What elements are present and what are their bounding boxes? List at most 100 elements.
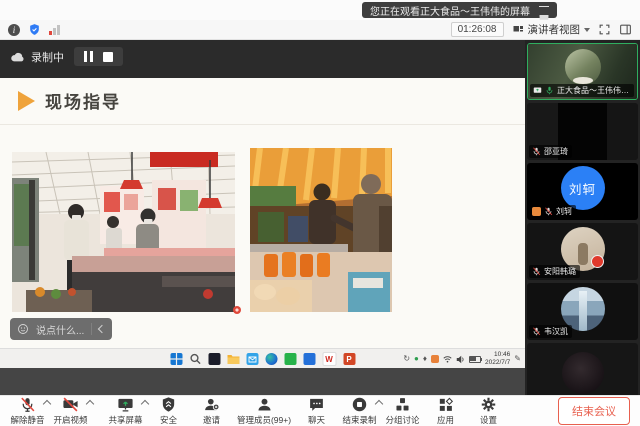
wps-icon[interactable]: W [322,352,336,366]
participant-avatar-photo [562,352,604,394]
start-video-button[interactable]: 开启视频 [49,396,92,426]
wifi-icon[interactable] [443,355,452,363]
participant-tile-presenter[interactable]: 正大食品～王伟伟的... [527,43,638,100]
participant-name: 正大食品～王伟伟的... [557,85,630,96]
invite-person-icon [203,396,220,413]
breakout-rooms-button[interactable]: 分组讨论 [381,396,424,426]
view-mode-switcher[interactable]: 演讲者视图 [512,22,591,37]
participant-tile[interactable]: 韦汉凯 [527,283,638,340]
participant-tile[interactable]: 刘轲 刘轲 [527,163,638,220]
taskbar-app-icons: W P [170,349,355,369]
participant-tile[interactable]: 安阳韩璐 [527,223,638,280]
recording-controls [74,47,123,66]
chat-quick-bar[interactable]: 说点什么... [10,318,112,340]
taskbar-date: 2022/7/7 [485,359,510,367]
unmute-button[interactable]: 解除静音 [6,396,49,426]
slide-title-row: 现场指导 [18,88,121,113]
presentation-slide: 现场指导 [0,78,525,348]
photo-meat-shop [12,152,235,312]
shield-icon[interactable] [28,23,41,36]
unmute-label: 解除静音 [10,414,44,426]
apps-grid-icon [437,396,454,413]
chat-bubble-icon [308,396,325,413]
network-signal-icon [49,25,60,35]
orange-triangle-bullet-icon [18,91,35,111]
meeting-titlebar: i 01:26:08 演讲者视图 [0,20,640,40]
panel-toggle-icon[interactable] [619,23,632,36]
apps-label: 应用 [437,414,454,426]
participant-name: 韦汉凯 [544,326,568,337]
invite-button[interactable]: 邀请 [190,396,233,426]
fullscreen-icon[interactable] [598,23,611,36]
stop-recording-icon[interactable] [103,52,113,62]
taskbar-clock[interactable]: 10:46 2022/7/7 [485,351,510,367]
participant-tile[interactable]: 邵亚琦 [527,103,638,160]
screen-sharing-icon [533,86,542,95]
windows-start-icon[interactable] [170,353,182,365]
share-letterbox [0,368,525,395]
avatar-red-badge [591,255,604,268]
recording-label: 录制中 [31,49,64,65]
chat-button[interactable]: 聊天 [295,396,338,426]
mic-muted-icon [532,147,541,156]
pause-recording-icon[interactable] [84,51,93,62]
taskbar-system-tray: ↻ ● ♦ 10:46 2022/7/7 ✎ [403,349,521,369]
photo-market-stall [250,148,392,312]
security-label: 安全 [160,414,177,426]
chevron-up-icon[interactable] [86,400,94,408]
wechat-icon[interactable] [284,353,296,365]
sync-tray-icon[interactable]: ↻ [403,355,410,363]
security-button[interactable]: 安全 [147,396,190,426]
chat-input-placeholder[interactable]: 说点什么... [36,322,84,337]
chat-divider [91,323,92,335]
stage: 录制中 现场指导 [0,40,640,395]
notifications-pen-icon[interactable]: ✎ [514,355,521,363]
avatar-figure [578,243,588,265]
settings-button[interactable]: 设置 [467,396,510,426]
mic-tray-icon[interactable]: ♦ [423,355,427,363]
meeting-info-icon[interactable]: i [8,24,20,36]
participants-sidebar: 正大食品～王伟伟的... 邵亚琦 刘轲 [525,40,640,395]
share-screen-button[interactable]: 共享屏幕 [104,396,147,426]
green-tray-icon[interactable]: ● [414,355,419,363]
start-video-label: 开启视频 [53,414,87,426]
shared-screen: 录制中 现场指导 [0,40,525,395]
breakout-blocks-icon [394,396,411,413]
participant-name: 邵亚琦 [544,146,568,157]
banner-menu-icon[interactable] [539,6,549,15]
manage-members-button[interactable]: 管理成员(99+) [233,396,295,426]
search-icon[interactable] [189,353,201,365]
mic-muted-icon [532,327,541,336]
taskbar-time: 10:46 [494,351,510,359]
chat-label: 聊天 [308,414,325,426]
collapse-chat-icon[interactable] [98,325,106,333]
blue-app-icon[interactable] [303,353,315,365]
stop-recording-label: 结束录制 [342,414,376,426]
mail-icon[interactable] [246,353,258,365]
powerpoint-icon[interactable]: P [343,353,355,365]
shared-desktop-taskbar: W P ↻ ● ♦ 10:46 [0,348,525,368]
battery-icon[interactable] [469,356,481,363]
members-person-icon [256,396,273,413]
widgets-icon[interactable] [208,353,220,365]
settings-gear-icon [480,396,497,413]
meeting-timer: 01:26:08 [451,22,504,37]
camera-off-icon [62,396,79,413]
watching-banner: 您正在观看正大食品～王伟伟的屏幕 [362,2,557,18]
edge-browser-icon[interactable] [265,353,277,365]
volume-icon[interactable] [456,355,465,364]
emoji-smiley-icon[interactable] [17,323,29,335]
participant-name-bar: 安阳韩璐 [529,265,580,278]
apps-button[interactable]: 应用 [424,396,467,426]
file-explorer-icon[interactable] [227,353,239,365]
stop-record-icon [351,396,368,413]
speaker-view-icon [512,24,524,36]
stop-recording-button[interactable]: 结束录制 [338,396,381,426]
recording-widget: 录制中 [10,47,123,66]
orange-tray-icon[interactable] [431,355,439,363]
security-shield-icon [160,396,177,413]
participant-tile[interactable] [527,343,638,395]
top-banner-strip: 您正在观看正大食品～王伟伟的屏幕 [0,0,640,20]
cloud-record-icon [10,51,25,63]
end-meeting-button[interactable]: 结束会议 [558,397,630,425]
